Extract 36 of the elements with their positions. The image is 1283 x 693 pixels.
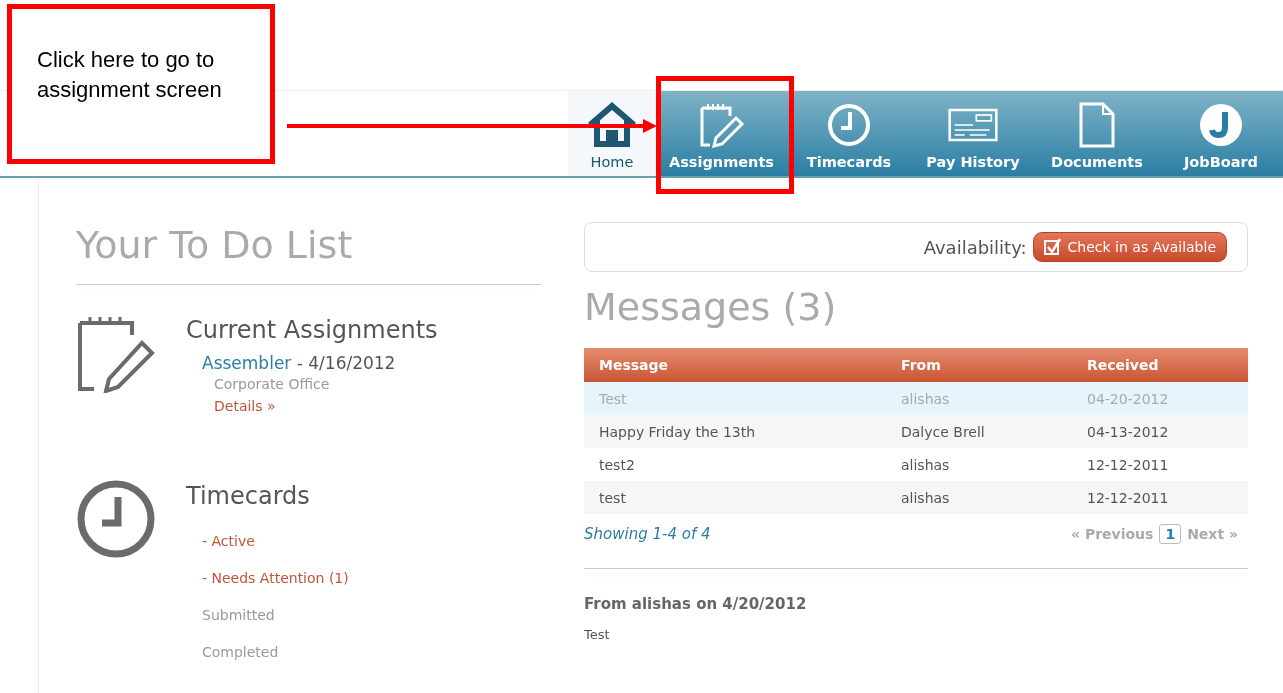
message-row[interactable]: test2 alishas 12-12-2011 [584,448,1248,481]
nav-tab[interactable]: Timecards [787,91,911,176]
column-header: Received [1072,348,1248,382]
section-heading: Current Assignments [186,315,438,346]
page-title: Your To Do List [76,222,354,268]
next-link[interactable]: Next » [1187,526,1238,542]
nav-tab[interactable]: Pay History [911,91,1035,176]
clock-icon [76,479,156,559]
page-number[interactable]: 1 [1159,524,1182,544]
check-in-button[interactable]: Check in as Available [1032,232,1227,262]
timecard-status: Completed [202,643,280,662]
assignment-location: Corporate Office [214,375,331,394]
assignment-link[interactable]: Assembler [202,353,292,373]
previous-link[interactable]: « Previous [1070,526,1154,542]
nav-tab[interactable]: JobBoard [1159,91,1283,176]
timecard-status: Submitted [202,606,276,625]
column-header: From [886,348,1072,382]
message-heading: From alishas on 4/20/2012 [584,595,808,613]
nav-tab[interactable]: Documents [1035,91,1159,176]
timecard-link[interactable]: - Active [202,523,349,560]
house-icon [587,102,637,148]
checkbox-icon [1043,238,1062,256]
column-header: Message [584,348,886,382]
details-link[interactable]: Details » [214,398,276,414]
messages-title: Messages (3) [584,284,838,330]
message-row[interactable]: test alishas 12-12-2011 [584,481,1248,514]
section-heading: Timecards [186,481,311,512]
nav-tab[interactable]: Assignments [656,91,787,176]
message-body: Test [584,627,611,642]
timecard-link[interactable]: - Needs Attention (1) [202,560,349,597]
availability-label: Availability: [923,236,1027,258]
callout-text: Click here to go to assignment screen [37,46,222,104]
nav-tab[interactable]: Home [568,91,656,176]
showing-count: Showing 1-4 of 4 [584,525,711,543]
assignment-date: - 4/16/2012 [295,353,396,373]
message-row[interactable]: Happy Friday the 13th Dalyce Brell 04-13-2012 [584,415,1248,448]
